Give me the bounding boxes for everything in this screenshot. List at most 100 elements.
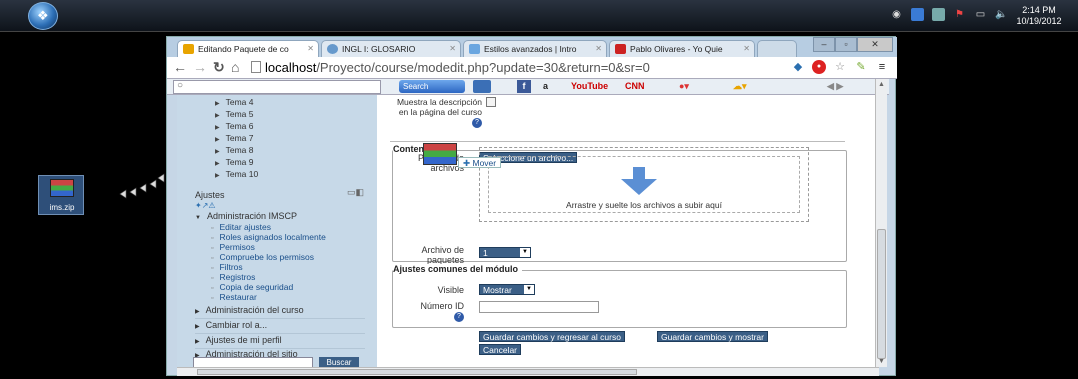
minimize-button[interactable]: – [813, 37, 835, 52]
sidebar-item-tema-5[interactable]: Tema 5 [215, 109, 254, 119]
save-show-button[interactable]: Guardar cambios y mostrar [657, 331, 768, 342]
cnn-button[interactable]: CNN [625, 80, 645, 93]
toolbar-search-input[interactable]: ○ [173, 80, 381, 94]
tray-drive-icon[interactable] [932, 8, 945, 21]
vertical-scrollbar[interactable]: ▲ ▼ [875, 79, 887, 367]
tray-flag-icon[interactable]: ⚑ [953, 8, 966, 21]
clock-time: 2:14 PM [1022, 5, 1056, 15]
file-dropzone[interactable]: Arrastre y suelte los archivos a subir a… [479, 147, 809, 222]
tray-network-icon[interactable] [911, 8, 924, 21]
sidebar-item-tema-8[interactable]: Tema 8 [215, 145, 254, 155]
extension-icons: ◆ ● ☆ ✎ ≡ [791, 60, 889, 74]
forward-arrow-icon[interactable]: → [193, 60, 207, 74]
sidebar-item-tema-10[interactable]: Tema 10 [215, 169, 259, 179]
download-arrow-icon [621, 167, 657, 195]
archive-select[interactable]: 1 ▼ [479, 247, 531, 258]
block-controls-icon[interactable]: ▭◧ [347, 187, 364, 198]
sidebar-item-tema-7[interactable]: Tema 7 [215, 133, 254, 143]
common-settings-legend: Ajustes comunes del módulo [393, 264, 523, 274]
sidebar-item-tema-4[interactable]: Tema 4 [215, 97, 254, 107]
chevron-down-icon: ▼ [524, 285, 534, 294]
close-icon[interactable]: ✕ [743, 44, 750, 53]
facebook-icon[interactable]: f [517, 80, 531, 93]
youtube-button[interactable]: YouTube [571, 80, 608, 93]
link-compruebe-permisos[interactable]: Compruebe los permisos [211, 252, 313, 262]
sidebar-search-input[interactable] [193, 357, 313, 367]
tab-youtube[interactable]: Pablo Olivares - Yo Quie ✕ [609, 40, 755, 57]
scroll-arrows-icon[interactable]: ◀ ▶ [827, 80, 843, 93]
close-window-button[interactable]: ✕ [857, 37, 893, 52]
youtube-favicon-icon [615, 44, 626, 54]
link-roles-asignados[interactable]: Roles asignados localmente [211, 232, 325, 242]
link-permisos[interactable]: Permisos [211, 242, 254, 252]
close-icon[interactable]: ✕ [307, 44, 314, 53]
start-button[interactable] [28, 2, 58, 30]
sidebar-item-cambiar-rol[interactable]: Cambiar rol a... [195, 320, 365, 334]
home-icon[interactable]: ⌂ [231, 60, 239, 74]
tab-label: Pablo Olivares - Yo Quie [630, 44, 723, 54]
sidebar-item-admin-curso[interactable]: Administración del curso [195, 305, 365, 319]
vertical-scroll-thumb[interactable] [877, 229, 886, 359]
visible-select[interactable]: Mostrar ▼ [479, 284, 535, 295]
toolbar-search-button[interactable]: Search [399, 80, 465, 93]
sidebar-search-button[interactable]: Buscar [319, 357, 359, 367]
back-arrow-icon[interactable]: ← [173, 60, 187, 74]
sidebar: Tema 4 Tema 5 Tema 6 Tema 7 Tema 8 Tema … [177, 95, 377, 367]
scroll-up-icon[interactable]: ▲ [878, 81, 885, 88]
desktop-file-icon[interactable]: ims.zip [38, 175, 84, 215]
system-tray: ◉ ⚑ ▭ 🔈 [890, 8, 1008, 21]
sidebar-item-tema-6[interactable]: Tema 6 [215, 121, 254, 131]
dropzone-inner: Arrastre y suelte los archivos a subir a… [488, 156, 800, 213]
close-icon[interactable]: ✕ [449, 44, 456, 53]
horizontal-scroll-thumb[interactable] [197, 369, 637, 375]
visible-label: Visible [437, 285, 464, 295]
link-registros[interactable]: Registros [211, 272, 255, 282]
sidebar-item-tema-9[interactable]: Tema 9 [215, 157, 254, 167]
block-move-icons[interactable]: ✦↗⚠ [195, 201, 216, 210]
tab-editando-paquete[interactable]: Editando Paquete de co ✕ [177, 40, 319, 57]
save-return-button[interactable]: Guardar cambios y regresar al curso [479, 331, 625, 342]
amazon-button[interactable]: a [543, 80, 548, 93]
link-editar-ajustes[interactable]: Editar ajustes [211, 222, 271, 232]
maximize-button[interactable]: ▫ [835, 37, 857, 52]
cancel-button[interactable]: Cancelar [479, 344, 522, 355]
tab-estilos[interactable]: Estilos avanzados | Intro ✕ [463, 40, 607, 57]
volume-icon[interactable]: 🔈 [995, 8, 1008, 21]
new-tab-button[interactable] [757, 40, 797, 57]
admin-imscp-heading[interactable]: Administración IMSCP [195, 211, 297, 221]
weather-icon[interactable]: ☁▾ [733, 80, 761, 93]
idnumber-input[interactable] [479, 301, 599, 313]
link-copia-seguridad[interactable]: Copia de seguridad [211, 282, 293, 292]
addon-icon[interactable]: ●▾ [679, 80, 709, 93]
site-favicon-icon [327, 44, 338, 54]
extension-icon[interactable]: ◆ [791, 60, 805, 74]
link-filtros[interactable]: Filtros [211, 262, 242, 272]
scroll-down-icon[interactable]: ▼ [878, 358, 885, 365]
sidebar-item-ajustes-perfil[interactable]: Ajustes de mi perfil [195, 335, 365, 349]
address-bar[interactable]: localhost/Proyecto/course/modedit.php?up… [249, 59, 819, 77]
pencil-icon[interactable] [473, 80, 491, 93]
adblock-icon[interactable]: ● [812, 60, 826, 74]
search-icon: ○ [177, 80, 184, 91]
bookmark-star-icon[interactable]: ☆ [833, 60, 847, 74]
menu-icon[interactable]: ≡ [875, 60, 889, 74]
toolbar-search-label: Search [403, 82, 429, 91]
reload-icon[interactable]: ↻ [213, 60, 225, 74]
clock[interactable]: 2:14 PM 10/19/2012 [1010, 5, 1068, 27]
close-icon[interactable]: ✕ [595, 44, 602, 53]
tray-app-icon[interactable]: ◉ [890, 8, 903, 21]
help-icon[interactable]: ? [454, 311, 464, 322]
page-icon [251, 61, 261, 73]
tray-monitor-icon[interactable]: ▭ [974, 8, 987, 21]
help-icon[interactable]: ? [472, 117, 482, 128]
horizontal-scrollbar[interactable] [177, 367, 879, 376]
dragged-archive-icon [423, 143, 457, 165]
link-restaurar[interactable]: Restaurar [211, 292, 256, 302]
extension-pencil-icon[interactable]: ✎ [854, 60, 868, 74]
visible-select-value: Mostrar [483, 285, 512, 295]
navigation-bar: ← → ↻ ⌂ localhost/Proyecto/course/modedi… [167, 57, 897, 79]
tab-label: INGL I: GLOSARIO [342, 44, 416, 54]
show-description-checkbox[interactable] [486, 97, 496, 107]
url-text: localhost/Proyecto/course/modedit.php?up… [265, 59, 650, 77]
tab-glosario[interactable]: INGL I: GLOSARIO ✕ [321, 40, 461, 57]
